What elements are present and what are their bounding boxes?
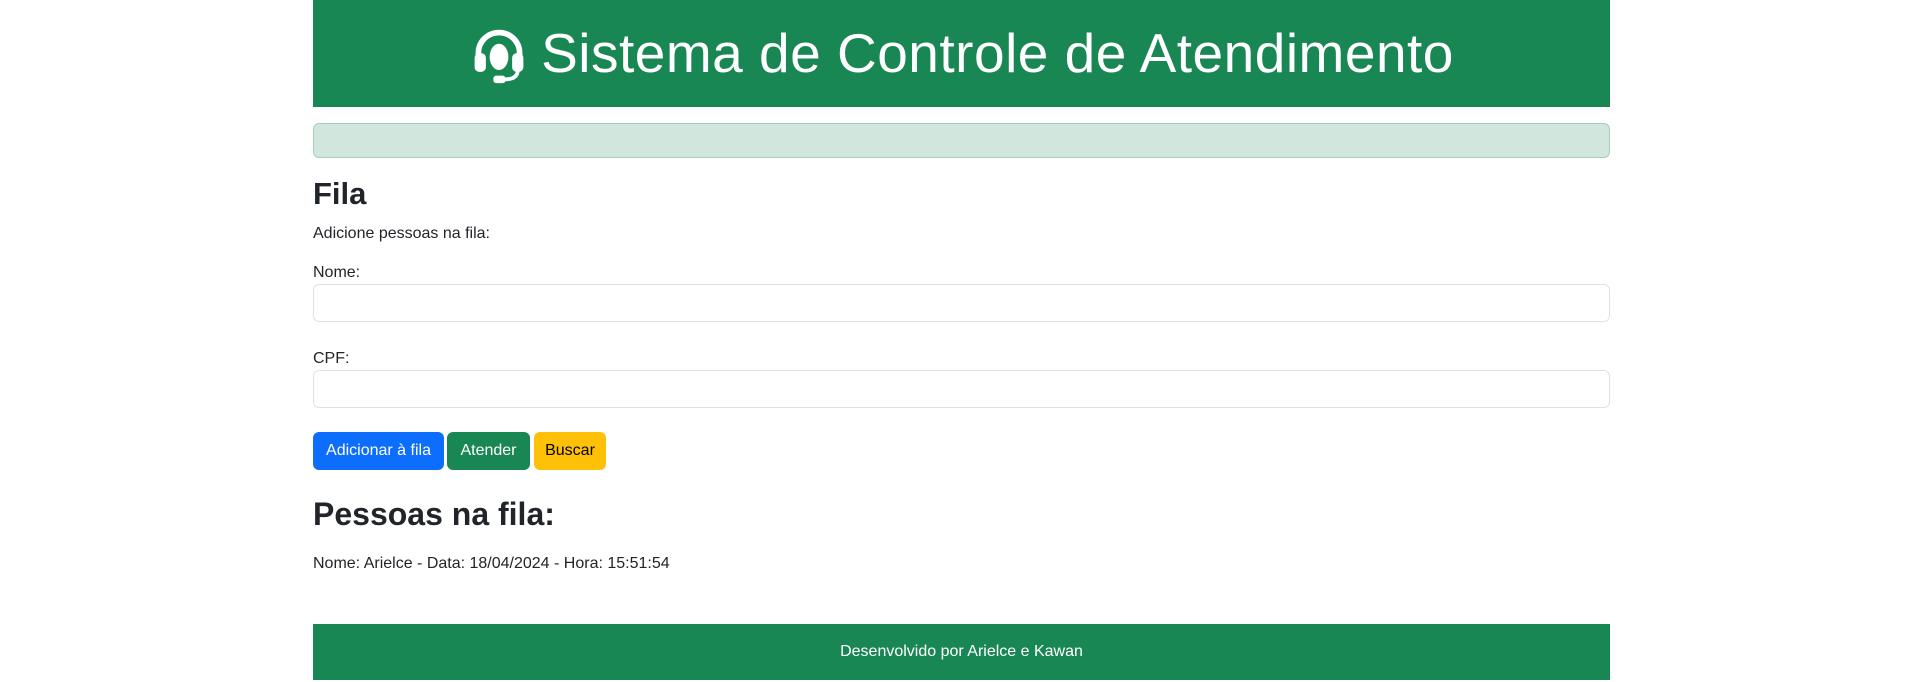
status-alert xyxy=(313,123,1610,158)
nome-input[interactable] xyxy=(313,284,1610,322)
headset-icon xyxy=(474,29,524,83)
queue-form-title: Fila xyxy=(313,176,367,211)
queue-list-title: Pessoas na fila: xyxy=(313,496,555,532)
add-to-queue-button[interactable]: Adicionar à fila xyxy=(313,432,444,470)
page-footer: Desenvolvido por Arielce e Kawan xyxy=(313,624,1610,680)
queue-list-item: Nome: Arielce - Data: 18/04/2024 - Hora:… xyxy=(313,555,670,572)
page-header: Sistema de Controle de Atendimento xyxy=(313,0,1610,107)
buscar-button[interactable]: Buscar xyxy=(534,432,606,470)
footer-text: Desenvolvido por Arielce e Kawan xyxy=(840,643,1083,660)
nome-label: Nome: xyxy=(313,264,361,281)
page-title: Sistema de Controle de Atendimento xyxy=(541,22,1454,84)
atender-button[interactable]: Atender xyxy=(447,432,530,470)
cpf-input[interactable] xyxy=(313,370,1610,408)
queue-form-subtitle: Adicione pessoas na fila: xyxy=(313,225,490,242)
cpf-label: CPF: xyxy=(313,350,350,367)
